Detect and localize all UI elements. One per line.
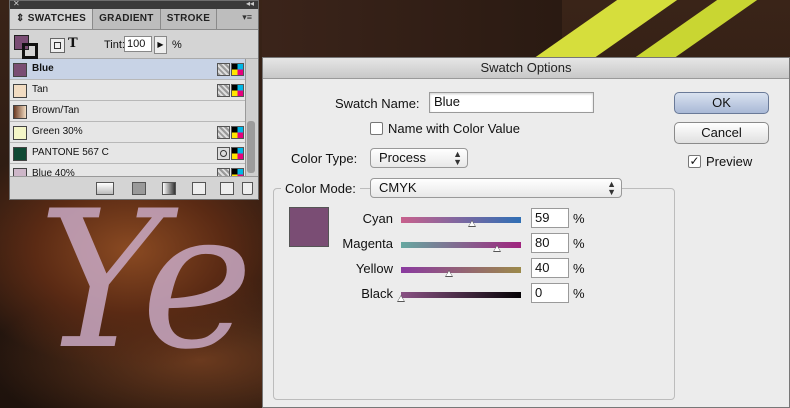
yellow-label: Yellow bbox=[355, 261, 393, 276]
cmyk-icon bbox=[231, 63, 244, 76]
swatches-panel: ✕ ◂◂ ⇕ SWATCHES GRADIENT STROKE ▾≡ T Tin… bbox=[9, 0, 259, 200]
cyan-label: Cyan bbox=[362, 211, 393, 226]
yellow-slider[interactable] bbox=[401, 267, 521, 277]
ok-button[interactable]: OK bbox=[674, 92, 769, 114]
swatch-row[interactable]: Brown/Tan bbox=[10, 101, 246, 122]
close-icon[interactable]: ✕ bbox=[13, 0, 20, 8]
black-label: Black bbox=[361, 286, 393, 301]
preview-checkbox[interactable]: ✓ bbox=[688, 155, 701, 168]
color-preview-swatch bbox=[289, 207, 329, 247]
tint-unit: % bbox=[172, 39, 182, 51]
black-value-input[interactable]: 0 bbox=[531, 283, 569, 303]
color-mode-value: CMYK bbox=[379, 180, 417, 195]
swatch-row[interactable]: Green 30% bbox=[10, 122, 246, 143]
chevron-updown-icon: ▲ ▼ bbox=[607, 179, 616, 197]
process-color-icon bbox=[217, 63, 230, 76]
new-swatch-icon[interactable] bbox=[220, 182, 234, 195]
swatch-name: Blue bbox=[32, 63, 54, 74]
new-color-group-icon[interactable] bbox=[192, 182, 206, 195]
black-slider[interactable] bbox=[397, 292, 521, 302]
name-with-color-value-checkbox[interactable] bbox=[370, 122, 383, 135]
scrollbar-thumb[interactable] bbox=[247, 121, 255, 173]
color-type-select[interactable]: Process ▲ ▼ bbox=[370, 148, 468, 168]
black-unit: % bbox=[573, 286, 585, 301]
swatch-row[interactable]: Blue bbox=[10, 59, 246, 80]
tab-label: SWATCHES bbox=[27, 13, 87, 24]
magenta-slider[interactable] bbox=[401, 242, 521, 252]
magenta-label: Magenta bbox=[342, 236, 393, 251]
scrollbar[interactable] bbox=[245, 59, 257, 177]
tab-gradient[interactable]: GRADIENT bbox=[93, 9, 161, 29]
swatch-options-dialog: Swatch Options Swatch Name: Blue Name wi… bbox=[262, 57, 790, 408]
swatch-name: Tan bbox=[32, 84, 49, 95]
swatch-row[interactable]: PANTONE 567 C bbox=[10, 143, 246, 164]
swatch-name-input[interactable]: Blue bbox=[429, 92, 594, 113]
formatting-container-icon[interactable] bbox=[50, 38, 65, 53]
name-with-color-value-label: Name with Color Value bbox=[388, 121, 520, 136]
process-color-icon bbox=[217, 126, 230, 139]
artwork-dark-area bbox=[262, 0, 562, 60]
swatch-chip bbox=[13, 63, 27, 77]
swatch-chip bbox=[13, 147, 27, 161]
tint-row: T Tint: 100 ▶ % bbox=[10, 30, 258, 59]
panel-footer bbox=[10, 176, 258, 199]
show-gradient-swatches-icon[interactable] bbox=[162, 182, 176, 195]
color-type-label: Color Type: bbox=[291, 151, 358, 166]
fill-stroke-icon[interactable] bbox=[14, 35, 38, 59]
cmyk-icon bbox=[231, 126, 244, 139]
show-color-swatches-icon[interactable] bbox=[132, 182, 146, 195]
yellow-unit: % bbox=[573, 261, 585, 276]
collapse-icon[interactable]: ◂◂ bbox=[246, 0, 254, 8]
swatch-list: Blue Tan Brown/Tan Green 30% PANTONE 567… bbox=[10, 59, 246, 185]
tint-arrow-icon[interactable]: ▶ bbox=[154, 36, 167, 54]
cyan-unit: % bbox=[573, 211, 585, 226]
tint-input[interactable]: 100 bbox=[124, 36, 152, 52]
show-all-swatches-icon[interactable] bbox=[96, 182, 114, 195]
color-mode-label: Color Mode: bbox=[281, 181, 360, 196]
cyan-value-input[interactable]: 59 bbox=[531, 208, 569, 228]
yellow-slider-thumb[interactable] bbox=[445, 270, 453, 277]
swatch-chip bbox=[13, 126, 27, 140]
tab-swatches[interactable]: ⇕ SWATCHES bbox=[10, 9, 94, 29]
yellow-value-input[interactable]: 40 bbox=[531, 258, 569, 278]
formatting-text-icon[interactable]: T bbox=[68, 36, 78, 51]
artwork-script-text: Ye bbox=[38, 170, 253, 391]
magenta-slider-thumb[interactable] bbox=[493, 245, 501, 252]
swatch-chip bbox=[13, 105, 27, 119]
tint-label: Tint: bbox=[104, 39, 125, 51]
trash-icon[interactable] bbox=[242, 182, 253, 195]
swatch-chip bbox=[13, 84, 27, 98]
swatch-name: Brown/Tan bbox=[32, 105, 80, 116]
magenta-value-input[interactable]: 80 bbox=[531, 233, 569, 253]
stroke-swatch[interactable] bbox=[22, 43, 38, 59]
color-type-value: Process bbox=[379, 150, 426, 165]
tab-stroke[interactable]: STROKE bbox=[161, 9, 218, 29]
preview-label: Preview bbox=[706, 154, 753, 169]
color-mode-select[interactable]: CMYK ▲ ▼ bbox=[370, 178, 622, 198]
magenta-unit: % bbox=[573, 236, 585, 251]
swatch-name-label: Swatch Name: bbox=[335, 96, 420, 111]
black-slider-thumb[interactable] bbox=[397, 295, 405, 302]
spot-color-icon bbox=[217, 147, 230, 160]
cmyk-icon bbox=[231, 84, 244, 97]
swatch-name: Green 30% bbox=[32, 126, 83, 137]
dialog-title: Swatch Options bbox=[263, 58, 789, 79]
swatch-name: PANTONE 567 C bbox=[32, 147, 109, 158]
cmyk-icon bbox=[231, 147, 244, 160]
cyan-slider-thumb[interactable] bbox=[468, 220, 476, 227]
swatch-row[interactable]: Tan bbox=[10, 80, 246, 101]
panel-header: ✕ ◂◂ bbox=[10, 0, 258, 9]
chevron-updown-icon: ▲ ▼ bbox=[453, 149, 462, 167]
cancel-button[interactable]: Cancel bbox=[674, 122, 769, 144]
cyan-slider[interactable] bbox=[401, 217, 521, 227]
panel-menu-icon[interactable]: ▾≡ bbox=[242, 12, 252, 23]
process-color-icon bbox=[217, 84, 230, 97]
panel-tabs: ⇕ SWATCHES GRADIENT STROKE ▾≡ bbox=[10, 9, 258, 30]
